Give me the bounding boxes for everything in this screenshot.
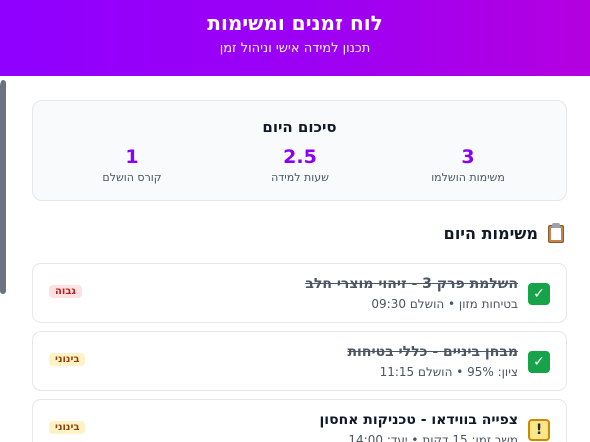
stat-study-hours: 2.5 שעות למידה: [220, 145, 380, 184]
stat-label: קורס הושלם: [102, 171, 162, 184]
stat-value: 2.5: [283, 146, 317, 168]
task-item[interactable]: ✓ מבחן ביניים - כללי בטיחות ציון: 95% • …: [32, 331, 567, 391]
scrollbar-thumb[interactable]: [0, 80, 6, 294]
page-subtitle: תכנון למידה אישי וניהול זמן: [219, 41, 371, 56]
task-title: צפייה בווידאו - טכניקות אחסון: [319, 412, 518, 428]
check-icon[interactable]: ✓: [528, 283, 550, 305]
task-meta: ציון: 95% • הושלם 11:15: [379, 365, 518, 379]
daily-summary-card: סיכום היום 3 משימות הושלמו 2.5 שעות למיד…: [32, 100, 567, 201]
task-item[interactable]: ! צפייה בווידאו - טכניקות אחסון משך זמן:…: [32, 399, 567, 442]
task-item[interactable]: ✓ השלמת פרק 3 - זיהוי מוצרי חלב בטיחות מ…: [32, 263, 567, 323]
warning-icon[interactable]: !: [528, 419, 550, 441]
task-title: מבחן ביניים - כללי בטיחות: [347, 344, 518, 360]
priority-badge: בינוני: [49, 353, 86, 366]
app-header: לוח זמנים ומשימות תכנון למידה אישי וניהו…: [0, 0, 590, 76]
summary-title: סיכום היום: [262, 118, 337, 136]
stat-course-completed: 1 קורס הושלם: [52, 145, 212, 184]
tasks-section-title: משימות היום: [443, 223, 538, 243]
stat-value: 3: [461, 146, 475, 168]
stat-value: 1: [125, 146, 139, 168]
stat-tasks-completed: 3 משימות הושלמו: [388, 145, 548, 184]
task-meta: בטיחות מזון • הושלם 09:30: [371, 297, 518, 311]
check-icon[interactable]: ✓: [528, 351, 550, 373]
clipboard-icon: [546, 223, 566, 243]
stat-label: משימות הושלמו: [431, 171, 505, 184]
page-title: לוח זמנים ומשימות: [207, 11, 383, 35]
stat-label: שעות למידה: [271, 171, 329, 184]
priority-badge: בינוני: [49, 421, 86, 434]
priority-badge: גבוה: [49, 285, 82, 298]
task-meta: משך זמן: 15 דקות • יעד: 14:00: [348, 433, 518, 442]
main-content: סיכום היום 3 משימות הושלמו 2.5 שעות למיד…: [0, 76, 590, 442]
tasks-section-header: משימות היום: [444, 223, 566, 243]
task-title: השלמת פרק 3 - זיהוי מוצרי חלב: [305, 276, 518, 292]
